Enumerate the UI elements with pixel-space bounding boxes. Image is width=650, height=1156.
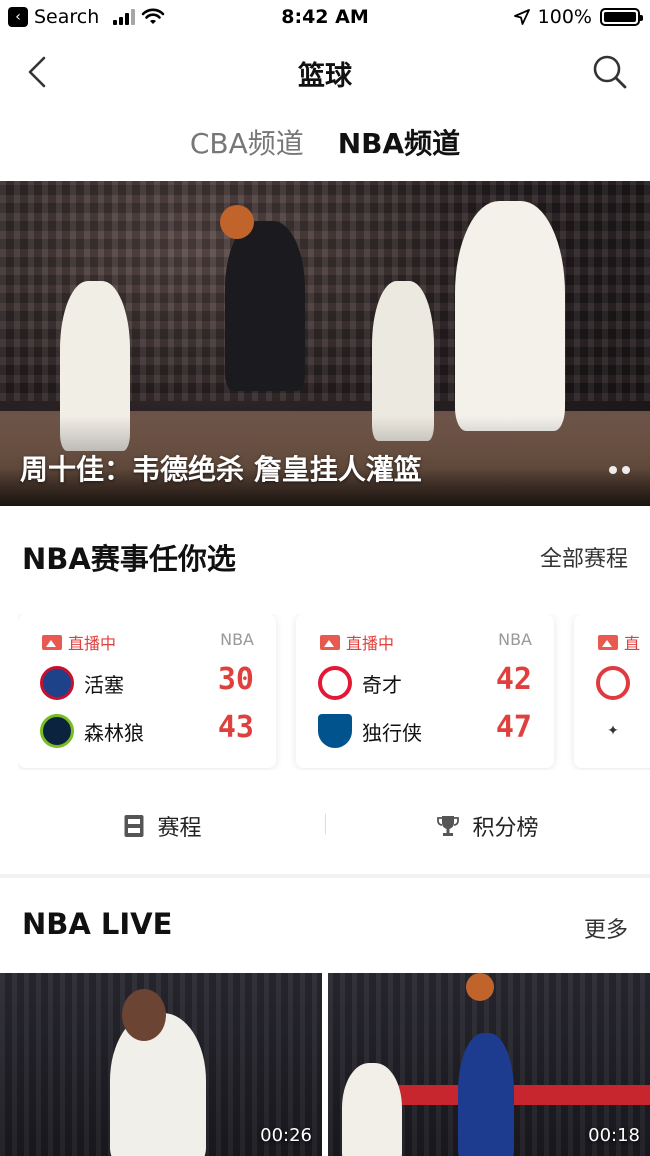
- league-label: NBA: [220, 630, 254, 649]
- live-section-title: NBA LIVE: [22, 907, 173, 941]
- match-card[interactable]: 直播中 NBA 奇才 42 独行侠 47: [296, 614, 554, 768]
- search-icon[interactable]: [590, 52, 630, 92]
- schedule-label: 赛程: [157, 816, 202, 841]
- section-divider: [0, 874, 650, 878]
- banner-caption[interactable]: 周十佳：韦德绝杀 詹皇挂人灌篮: [20, 448, 422, 488]
- page-dot: [609, 466, 617, 474]
- team-row-away: ✦: [596, 714, 630, 748]
- live-status-label: 直播中: [346, 634, 395, 653]
- video-thumbnail[interactable]: 00:18: [328, 973, 650, 1156]
- team-score: 30: [217, 662, 254, 697]
- player-figure: [458, 1033, 514, 1156]
- more-link[interactable]: 更多: [584, 912, 628, 944]
- all-schedule-link[interactable]: 全部赛程: [540, 541, 628, 573]
- quick-links-divider: [325, 814, 326, 834]
- match-card[interactable]: 直播中 NBA 活塞 30 森林狼 43: [18, 614, 276, 768]
- spurs-logo-icon: ✦: [607, 723, 619, 739]
- schedule-icon: [124, 815, 144, 837]
- live-video-list: 00:26 00:18: [0, 973, 650, 1156]
- team-row-home: 奇才: [318, 666, 402, 700]
- status-bar: ‹ Search 8:42 AM 100%: [0, 0, 650, 36]
- channel-tabs: CBA频道 NBA频道: [0, 122, 650, 166]
- team-name: 独行侠: [362, 720, 422, 745]
- live-tv-icon: [42, 634, 62, 650]
- battery-icon: [600, 8, 643, 26]
- live-status: 直播中: [42, 630, 116, 654]
- team-score: 42: [495, 662, 532, 697]
- live-tv-icon: [320, 634, 340, 650]
- standings-link[interactable]: 积分榜: [325, 806, 650, 846]
- schedule-link[interactable]: 赛程: [0, 806, 325, 846]
- location-arrow-icon: [513, 9, 530, 25]
- trophy-icon: [437, 816, 460, 836]
- team-score: 47: [495, 710, 532, 745]
- status-right: 100%: [513, 6, 643, 28]
- live-tv-icon: [598, 634, 618, 650]
- basketball: [466, 973, 494, 1001]
- pistons-logo-icon: [40, 666, 74, 700]
- battery-percent: 100%: [537, 6, 592, 28]
- match-card[interactable]: 直 ✦: [574, 614, 650, 768]
- banner-page-dots[interactable]: [609, 466, 630, 474]
- video-thumbnail[interactable]: 00:26: [0, 973, 322, 1156]
- player-figure: [342, 1063, 402, 1156]
- player-head: [122, 989, 166, 1041]
- video-duration: 00:18: [588, 1125, 640, 1146]
- basketball: [220, 205, 254, 239]
- arena-banner: [398, 1085, 650, 1105]
- team-row-home: 活塞: [40, 666, 124, 700]
- hawks-logo-icon: [596, 666, 630, 700]
- team-row-away: 独行侠: [318, 714, 422, 748]
- team-row-home: [596, 666, 630, 700]
- page-title: 篮球: [298, 61, 352, 92]
- mavericks-logo-icon: [318, 714, 352, 748]
- wizards-logo-icon: [318, 666, 352, 700]
- league-label: NBA: [498, 630, 532, 649]
- match-card-list: 直播中 NBA 活塞 30 森林狼 43 直播中 NBA 奇才 42 独行侠 4…: [18, 614, 650, 770]
- team-name: 活塞: [84, 672, 124, 697]
- page-dot: [622, 466, 630, 474]
- tab-nba[interactable]: NBA频道: [338, 122, 460, 166]
- live-status-label: 直播中: [68, 634, 117, 653]
- team-row-away: 森林狼: [40, 714, 144, 748]
- tab-cba[interactable]: CBA频道: [190, 122, 304, 166]
- timberwolves-logo-icon: [40, 714, 74, 748]
- team-name: 森林狼: [84, 720, 144, 745]
- video-duration: 00:26: [260, 1125, 312, 1146]
- standings-label: 积分榜: [472, 816, 539, 841]
- team-score: 43: [217, 710, 254, 745]
- live-status-label: 直: [624, 634, 641, 653]
- team-name: 奇才: [362, 672, 402, 697]
- live-status: 直: [598, 630, 640, 654]
- live-status: 直播中: [320, 630, 394, 654]
- player-figure-jumper: [225, 221, 305, 391]
- events-section-title: NBA赛事任你选: [22, 542, 236, 576]
- player-figure-right: [455, 201, 565, 431]
